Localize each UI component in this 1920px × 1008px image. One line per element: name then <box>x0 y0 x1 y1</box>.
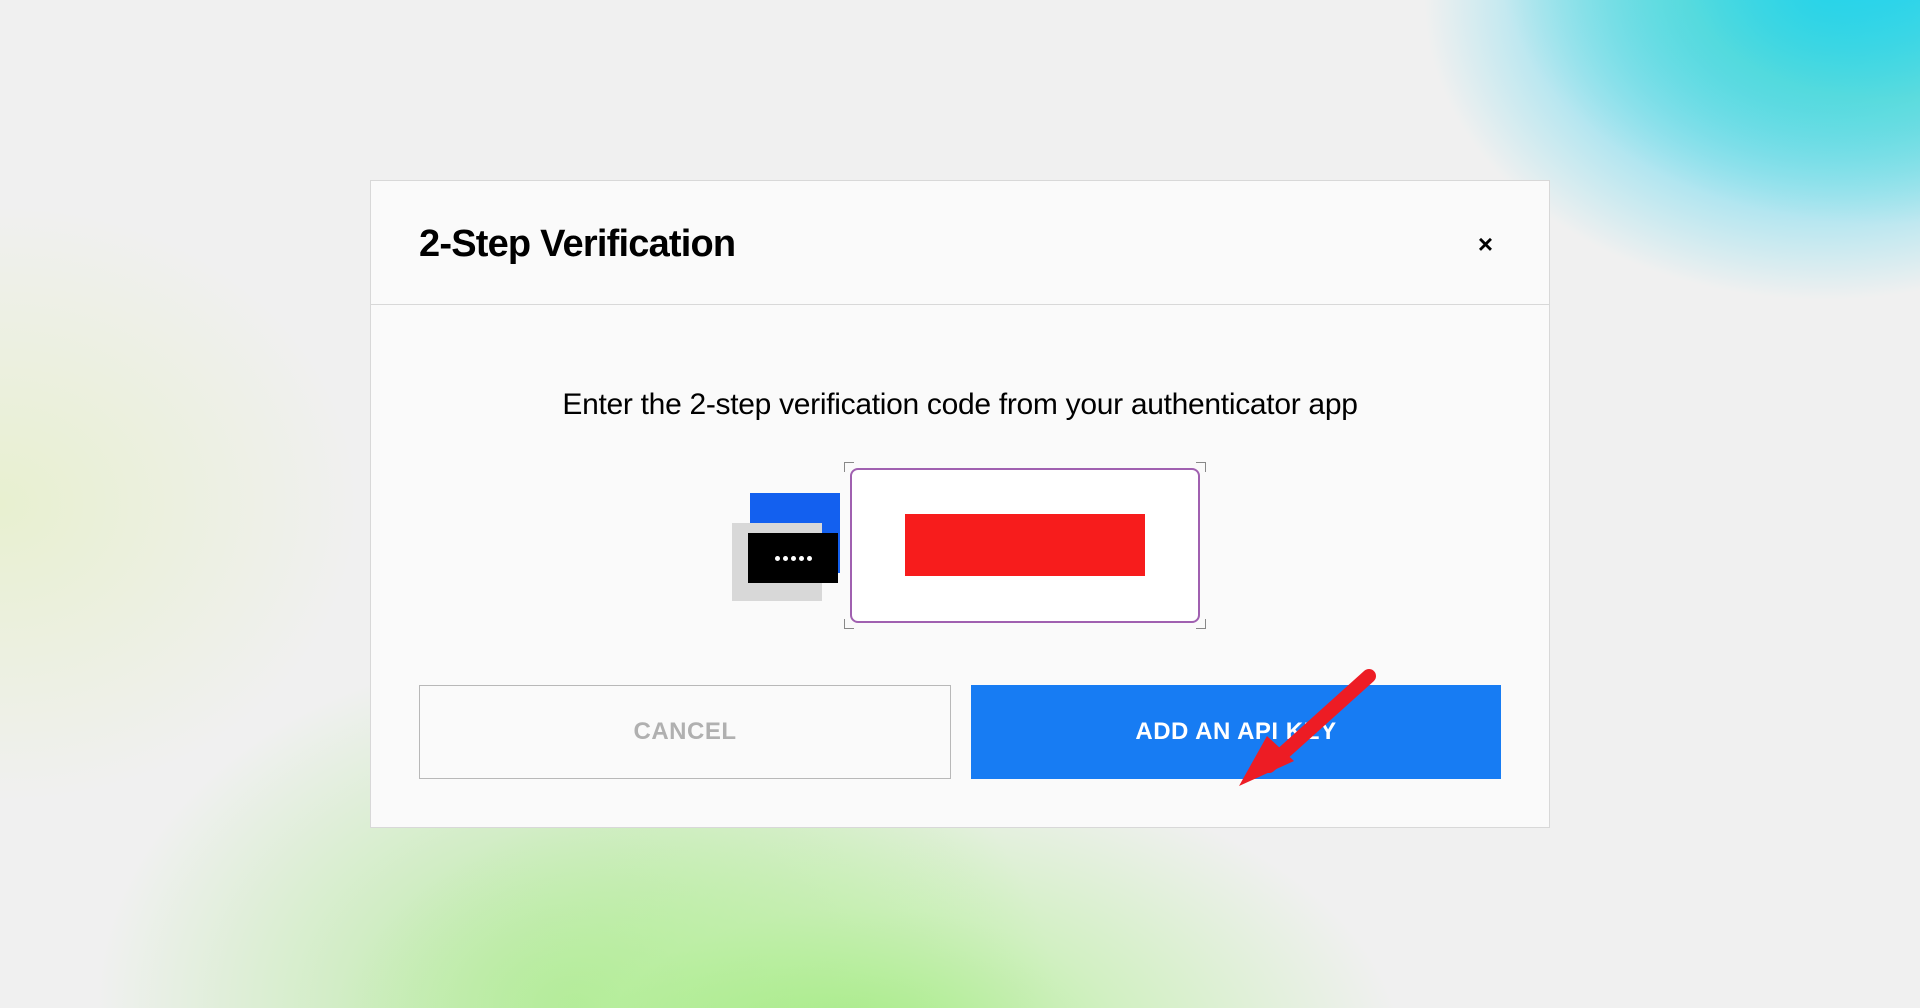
code-input-container <box>850 468 1200 623</box>
verification-modal: 2-Step Verification × Enter the 2-step v… <box>370 180 1550 829</box>
modal-footer: CANCEL ADD AN API KEY <box>371 685 1549 827</box>
verification-code-input[interactable] <box>850 468 1200 623</box>
close-icon: × <box>1478 229 1493 259</box>
close-button[interactable]: × <box>1470 223 1501 265</box>
instruction-text: Enter the 2-step verification code from … <box>510 385 1410 426</box>
modal-title: 2-Step Verification <box>419 223 735 266</box>
code-input-area <box>431 455 1489 635</box>
modal-header: 2-Step Verification × <box>371 181 1549 305</box>
cancel-button[interactable]: CANCEL <box>419 685 951 779</box>
password-icon <box>720 485 840 605</box>
redacted-code <box>905 514 1145 576</box>
modal-body: Enter the 2-step verification code from … <box>371 305 1549 686</box>
add-api-key-button[interactable]: ADD AN API KEY <box>971 685 1501 779</box>
